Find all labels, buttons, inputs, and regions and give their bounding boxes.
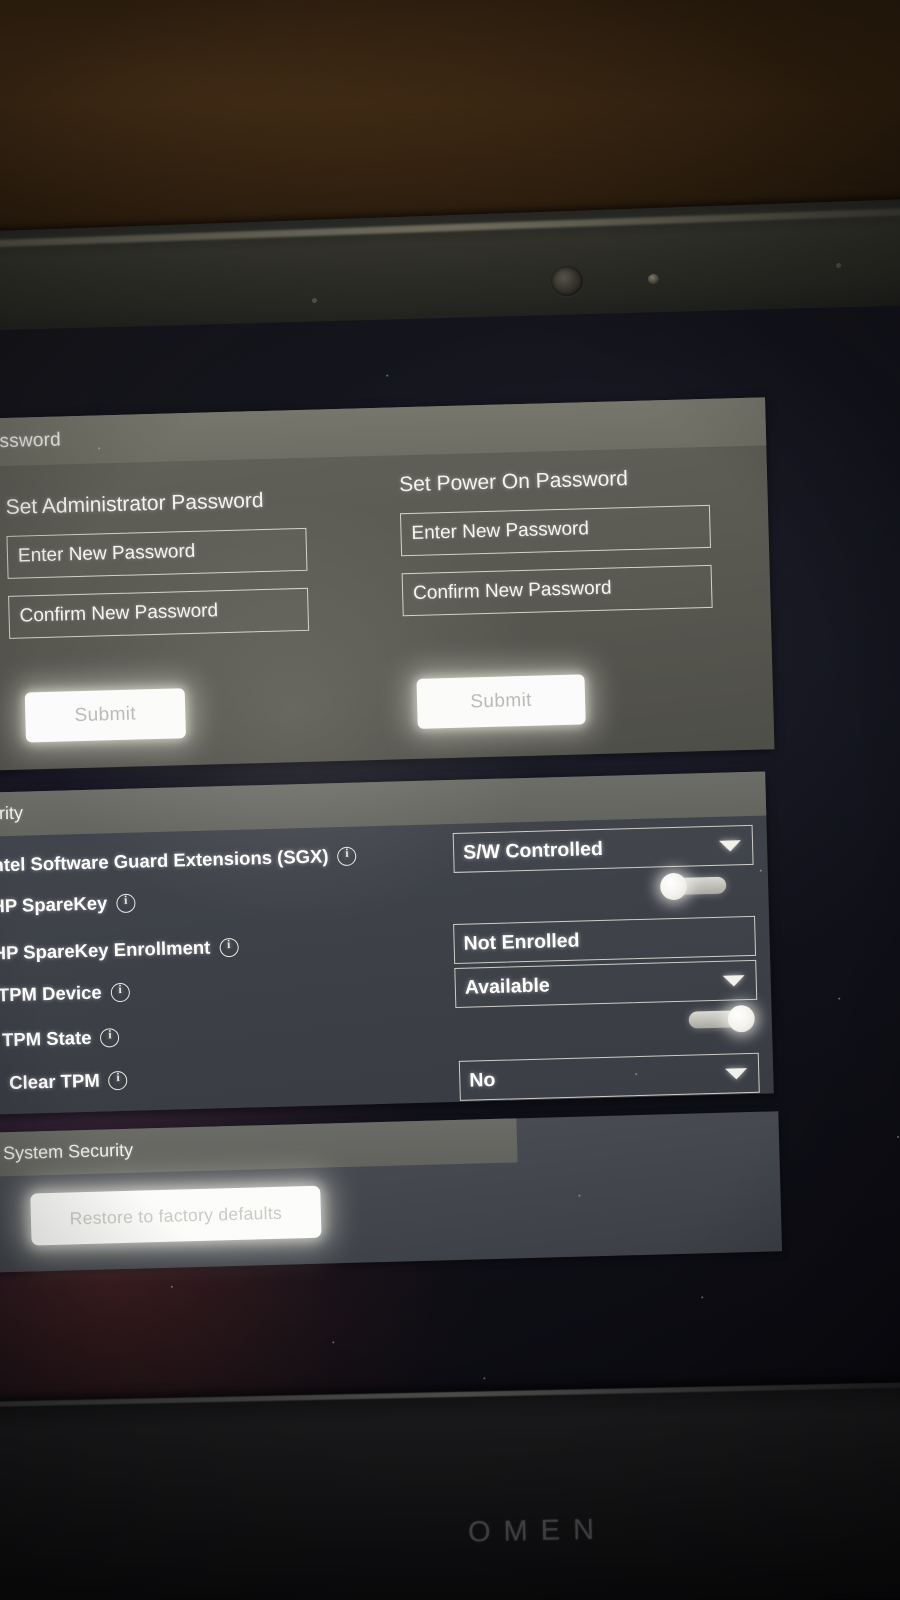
row-label-tpm-device: TPM Device [0, 981, 130, 1007]
info-icon[interactable] [100, 1027, 120, 1048]
screen-speck [170, 1285, 173, 1288]
screen-speck [897, 1136, 900, 1139]
security-panel-title: Security [0, 802, 24, 825]
tpm-state-label-text: TPM State [1, 1026, 92, 1051]
info-icon[interactable] [337, 846, 357, 866]
set-power-on-password-group: Set Power On Password Enter New Password… [399, 465, 713, 633]
poweron-enter-new-password-input[interactable]: Enter New Password [399, 504, 712, 557]
row-label-hp-sparekey-enrollment: HP SpareKey Enrollment [0, 936, 239, 965]
row-label-tpm-state: TPM State [2, 1026, 120, 1051]
hp-sparekey-enrollment-value: Not Enrolled [463, 929, 580, 955]
sgx-dropdown[interactable]: S/W Controlled [452, 824, 754, 873]
hp-sparekey-toggle[interactable] [659, 872, 727, 901]
screen-speck [332, 1341, 335, 1344]
sgx-dropdown-value: S/W Controlled [462, 837, 604, 864]
omen-logo: OMEN [467, 1513, 608, 1549]
hp-sparekey-label-text: HP SpareKey [0, 892, 108, 917]
security-panel: Security Intel Software Guard Extensions… [0, 771, 774, 1116]
clear-tpm-dropdown-value: No [469, 1068, 496, 1092]
bezel-speck [312, 298, 317, 303]
poweron-password-submit-button[interactable]: Submit [416, 674, 586, 729]
poweron-confirm-new-password-input[interactable]: Confirm New Password [401, 564, 713, 617]
sgx-label-text: Intel Software Guard Extensions (SGX) [0, 845, 329, 876]
screen-speck [701, 1296, 704, 1299]
screen-speck [635, 1073, 638, 1076]
screen-speck [578, 1194, 581, 1197]
row-label-hp-sparekey: HP SpareKey [0, 892, 136, 918]
bios-ui: Password Set Administrator Password Ente… [0, 304, 900, 1462]
set-administrator-password-group: Set Administrator Password Enter New Pas… [5, 488, 310, 656]
chevron-down-icon [725, 1067, 748, 1080]
info-icon[interactable] [108, 1070, 128, 1090]
tpm-state-toggle[interactable] [688, 1004, 756, 1033]
tpm-device-dropdown[interactable]: Available [454, 959, 758, 1008]
system-security-panel-title: System Security [2, 1139, 134, 1164]
laptop-photo: Password Set Administrator Password Ente… [0, 0, 900, 1600]
password-panel: Password Set Administrator Password Ente… [0, 397, 775, 773]
bezel-speck [836, 263, 841, 268]
set-administrator-password-title: Set Administrator Password [5, 488, 264, 519]
admin-password-submit-button[interactable]: Submit [24, 688, 186, 743]
laptop-bottom-bezel [0, 1381, 900, 1600]
screen-speck [98, 447, 101, 450]
info-icon[interactable] [219, 937, 239, 957]
system-security-panel: System Security Restore to factory defau… [0, 1111, 783, 1274]
clear-tpm-label-text: Clear TPM [8, 1069, 100, 1094]
chevron-down-icon [722, 974, 745, 987]
set-power-on-password-title: Set Power On Password [398, 467, 629, 497]
restore-to-factory-defaults-button[interactable]: Restore to factory defaults [30, 1185, 322, 1246]
info-icon[interactable] [110, 982, 130, 1002]
info-icon[interactable] [116, 893, 136, 913]
row-label-clear-tpm: Clear TPM [9, 1069, 128, 1094]
tpm-device-dropdown-value: Available [464, 973, 550, 999]
tpm-device-label-text: TPM Device [0, 981, 102, 1006]
screen-speck [386, 374, 389, 377]
admin-confirm-new-password-input[interactable]: Confirm New Password [8, 587, 310, 639]
password-panel-header [0, 397, 767, 469]
hp-sparekey-enrollment-label-text: HP SpareKey Enrollment [0, 936, 211, 964]
admin-enter-new-password-input[interactable]: Enter New Password [6, 527, 308, 579]
clear-tpm-dropdown[interactable]: No [458, 1052, 760, 1101]
hp-sparekey-enrollment-field: Not Enrolled [453, 915, 757, 964]
screen-speck [838, 997, 841, 1000]
laptop-screen: Password Set Administrator Password Ente… [0, 304, 900, 1462]
toggle-knob [659, 872, 688, 901]
toggle-knob [727, 1004, 756, 1033]
screen-speck [759, 869, 762, 872]
chevron-down-icon [718, 839, 742, 852]
password-panel-title: Password [0, 429, 62, 453]
row-label-sgx: Intel Software Guard Extensions (SGX) [0, 845, 357, 877]
screen-speck [483, 1377, 486, 1380]
